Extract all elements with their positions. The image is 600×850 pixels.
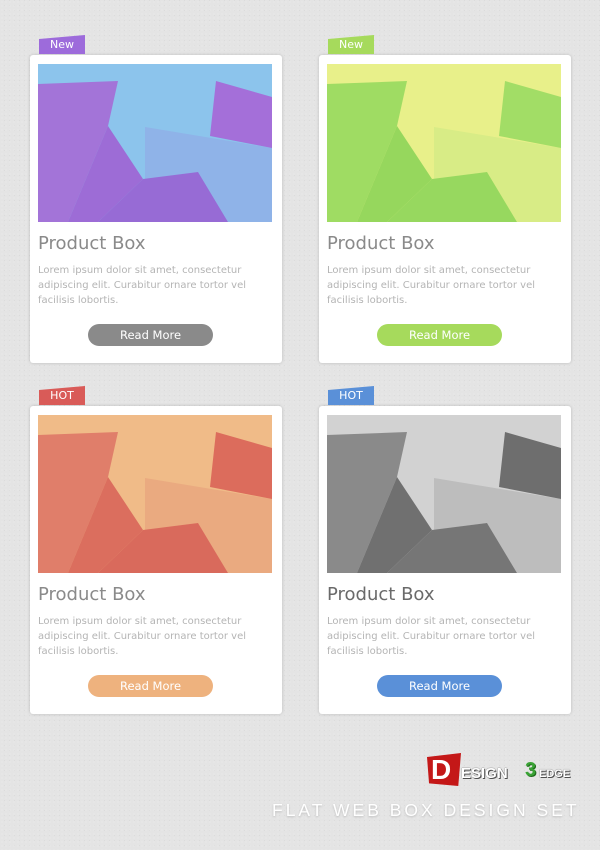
product-image — [38, 64, 272, 222]
hot-badge: HOT — [39, 386, 85, 405]
card-description: Lorem ipsum dolor sit amet, consectetur … — [327, 616, 536, 657]
read-more-button[interactable]: Read More — [377, 675, 502, 697]
read-more-button[interactable]: Read More — [377, 324, 502, 346]
read-more-button[interactable]: Read More — [88, 324, 213, 346]
card-title: Product Box — [38, 584, 146, 605]
card-title: Product Box — [327, 584, 435, 605]
product-image — [327, 64, 561, 222]
logo-letter: D — [431, 754, 452, 785]
card-title: Product Box — [327, 233, 435, 254]
hot-badge: HOT — [328, 386, 374, 405]
product-card-3: HOT Product Box Lorem ipsum dolor sit am… — [30, 386, 282, 714]
card-title: Product Box — [38, 233, 146, 254]
card-description: Lorem ipsum dolor sit amet, consectetur … — [327, 265, 536, 306]
logo-suffix: EDGE — [539, 768, 571, 780]
design3edge-logo: D ESIGN 3 EDGE — [427, 753, 572, 789]
new-badge: New — [39, 35, 85, 54]
card-description: Lorem ipsum dolor sit amet, consectetur … — [38, 265, 247, 306]
new-badge: New — [328, 35, 374, 54]
logo-number: 3 — [525, 759, 537, 781]
card-description: Lorem ipsum dolor sit amet, consectetur … — [38, 616, 247, 657]
product-image — [327, 415, 561, 573]
logo-word: ESIGN — [461, 765, 508, 782]
product-card-2: New Product Box Lorem ipsum dolor sit am… — [319, 35, 571, 363]
read-more-button[interactable]: Read More — [88, 675, 213, 697]
product-card-4: HOT Product Box Lorem ipsum dolor sit am… — [319, 386, 571, 714]
product-image — [38, 415, 272, 573]
product-card-1: New Product Box Lorem ipsum dolor sit am… — [30, 35, 282, 363]
footer-title: FLAT WEB BOX DESIGN SET — [272, 800, 580, 820]
